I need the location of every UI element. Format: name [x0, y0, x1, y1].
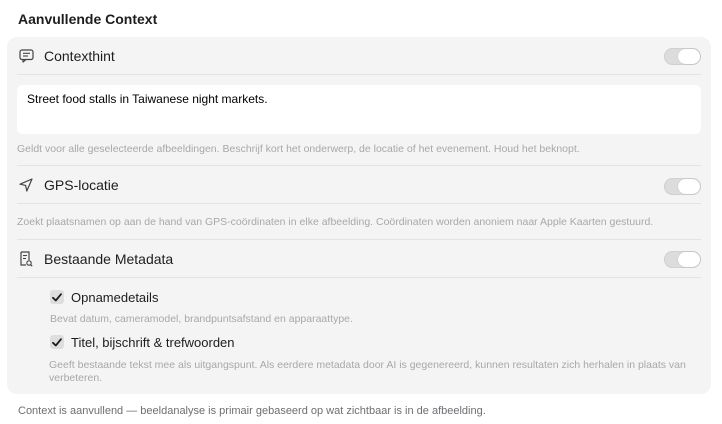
- settings-card: Contexthint Geldt voor alle geselecteerd…: [7, 37, 711, 394]
- capture-details-help: Bevat datum, cameramodel, brandpuntsafst…: [50, 313, 353, 325]
- context-hint-toggle[interactable]: [664, 48, 701, 65]
- metadata-label: Bestaande Metadata: [44, 251, 174, 267]
- toggle-knob: [678, 252, 700, 267]
- metadata-row: Bestaande Metadata: [17, 247, 173, 271]
- context-hint-help: Geldt voor alle geselecteerde afbeelding…: [17, 143, 580, 155]
- title-caption-keywords-option[interactable]: Titel, bijschrift & trefwoorden: [50, 333, 235, 351]
- footer-note: Context is aanvullend — beeldanalyse is …: [18, 405, 486, 417]
- checkmark-icon: [52, 292, 62, 301]
- divider: [17, 165, 701, 166]
- gps-help: Zoekt plaatsnamen op aan de hand van GPS…: [17, 216, 654, 228]
- location-arrow-icon: [17, 176, 35, 194]
- section-title: Aanvullende Context: [18, 11, 158, 27]
- title-caption-keywords-label: Titel, bijschrift & trefwoorden: [71, 334, 235, 350]
- gps-label: GPS-locatie: [44, 177, 119, 193]
- gps-row: GPS-locatie: [17, 173, 119, 197]
- context-hint-label: Contexthint: [44, 48, 115, 64]
- title-caption-keywords-checkbox[interactable]: [50, 335, 64, 349]
- divider: [17, 74, 701, 75]
- toggle-knob: [678, 49, 700, 64]
- document-search-icon: [17, 250, 35, 268]
- capture-details-label: Opnamedetails: [71, 289, 159, 305]
- divider: [17, 203, 701, 204]
- capture-details-option[interactable]: Opnamedetails: [50, 288, 158, 306]
- divider: [17, 277, 701, 278]
- checkmark-icon: [52, 337, 62, 346]
- divider: [17, 239, 701, 240]
- metadata-toggle[interactable]: [664, 251, 701, 268]
- context-hint-row: Contexthint: [17, 44, 115, 68]
- toggle-knob: [678, 179, 700, 194]
- title-caption-keywords-help: Geeft bestaande tekst mee als uitgangspu…: [49, 359, 686, 384]
- message-icon: [17, 47, 35, 65]
- capture-details-checkbox[interactable]: [50, 290, 64, 304]
- additional-context-panel: Aanvullende Context Contexthint Geldt vo…: [0, 0, 722, 424]
- gps-toggle[interactable]: [664, 178, 701, 195]
- context-hint-input[interactable]: [17, 85, 701, 134]
